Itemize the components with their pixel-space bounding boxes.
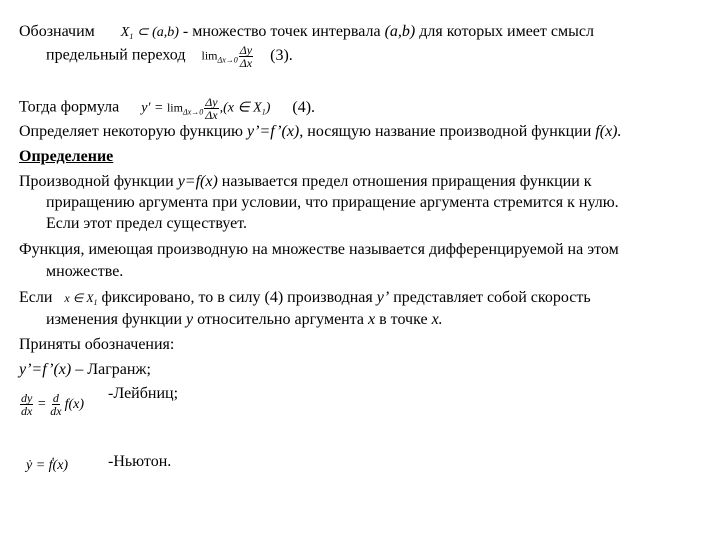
equation-ref-3: (3).	[270, 46, 293, 64]
paragraph-5-line-1: Функция, имеющая производную на множеств…	[19, 241, 619, 258]
paragraph-2: Тогда формула y′ = limΔx→0 Δy Δx ,(x ∈ X1) …	[19, 96, 315, 123]
text: для которых имеет смысл	[415, 23, 594, 40]
formula-leibniz: dy dx = d dx f(x)	[20, 391, 84, 418]
text: Производной функции	[19, 173, 178, 190]
paragraph-1-line-2: предельный переход limΔx→0 Δy Δx (3).	[46, 44, 293, 71]
derivative-expr: y’	[376, 289, 390, 306]
notation-heading: Приняты обозначения:	[19, 336, 175, 353]
function-expr: y=f(x)	[177, 173, 218, 190]
definition-heading: Определение	[19, 148, 114, 165]
text: носящую название производной функции	[303, 123, 596, 140]
formula-derivative-4: y′ = limΔx→0 Δy Δx ,(x ∈ X1)	[141, 95, 271, 122]
equation-ref-4: (4).	[292, 98, 316, 116]
notation-lagrange: y’=f’(x) – Лагранж;	[19, 360, 151, 380]
text: Если	[19, 289, 53, 306]
paragraph-5-line-2: множестве.	[46, 263, 124, 280]
lagrange-label: – Лагранж;	[71, 361, 151, 378]
notation-leibniz: dy dx = d dx f(x)	[19, 392, 84, 417]
formula-limit-3: limΔx→0 Δy Δx	[201, 43, 254, 70]
text: Тогда формула	[19, 98, 120, 116]
newton-label: -Ньютон.	[108, 453, 172, 470]
text: представляет собой скорость	[389, 289, 591, 306]
paragraph-4-line-1: Производной функции y=f(x) называется пр…	[19, 172, 592, 192]
text: предельный переход	[46, 46, 186, 64]
text: Определяет некоторую функцию	[19, 123, 248, 140]
lagrange-expr: y’=f’(x)	[19, 361, 72, 378]
interval-expr: (a,b)	[384, 23, 416, 40]
derivative-expr: y’=f’(x),	[247, 123, 304, 140]
text: называется предел отношения приращения ф…	[217, 173, 592, 190]
paragraph-4-line-2: приращению аргумента при условии, что пр…	[46, 194, 619, 211]
function-expr: f(x).	[595, 123, 622, 140]
leibniz-label: -Лейбниц;	[108, 385, 179, 402]
paragraph-3: Определяет некоторую функцию y’=f’(x), н…	[19, 122, 622, 142]
text: - множество точек интервала	[178, 23, 385, 40]
formula-newton: ẏ = ḟ(x)	[26, 458, 69, 473]
text: фиксировано, то в силу (4) производная	[101, 289, 377, 306]
paragraph-4-line-3: Если этот предел существует.	[46, 215, 248, 232]
paragraph-6-line-2: изменения функции y относительно аргумен…	[46, 311, 443, 328]
text: Обозначим	[19, 23, 95, 40]
